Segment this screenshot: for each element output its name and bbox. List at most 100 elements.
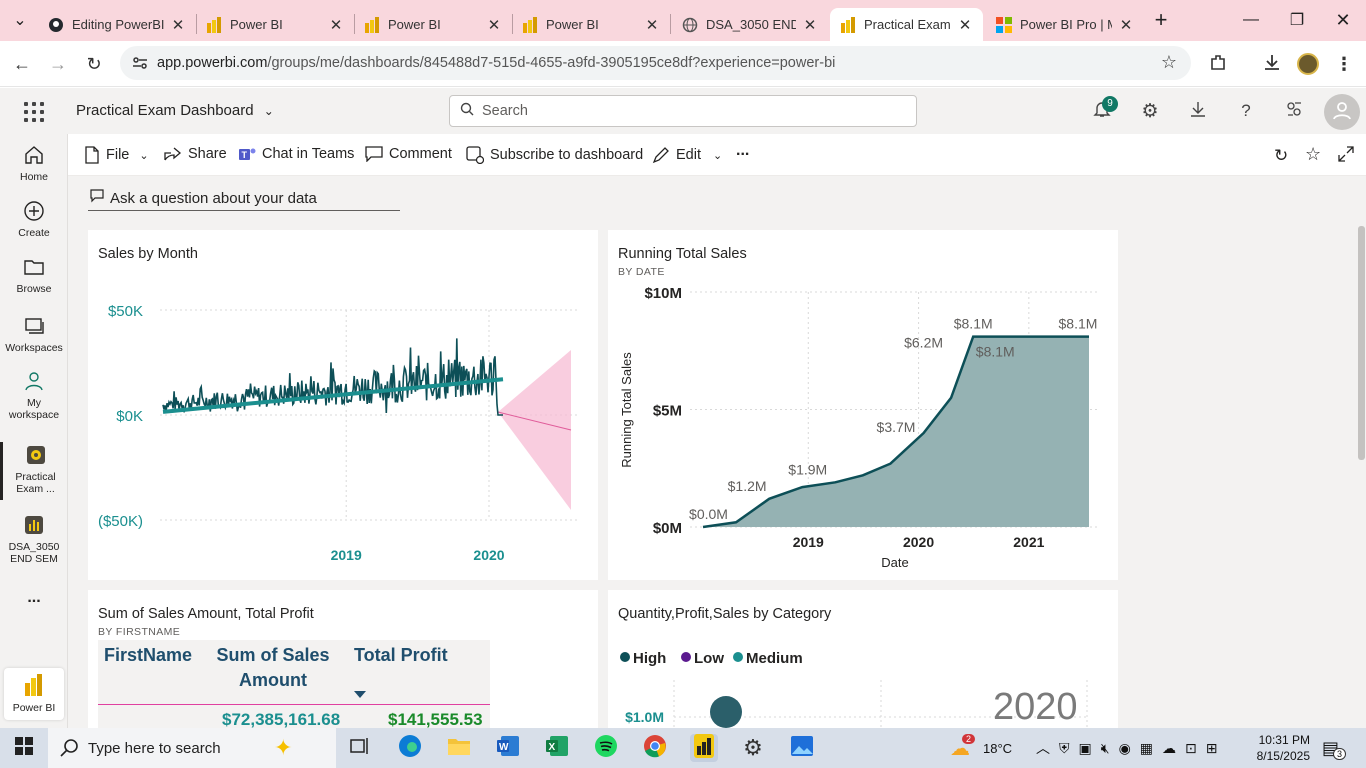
- notification-center-button[interactable]: ▤ 3: [1322, 728, 1352, 768]
- minimize-button[interactable]: —: [1228, 0, 1274, 40]
- browser-tab[interactable]: Power BI ✕: [354, 8, 512, 41]
- share-button[interactable]: Share: [164, 146, 227, 162]
- lock-icon[interactable]: ⊡: [1185, 740, 1197, 757]
- nav-more[interactable]: ...: [0, 590, 68, 606]
- browser-toolbar: ← → ↻ app.powerbi.com/groups/me/dashboar…: [0, 41, 1366, 87]
- edit-menu[interactable]: Edit ⌄: [652, 146, 722, 164]
- powerbi-icon: [364, 16, 380, 33]
- forward-button[interactable]: →: [44, 50, 72, 78]
- download-button[interactable]: [1186, 99, 1210, 123]
- task-view-button[interactable]: [346, 734, 374, 762]
- restore-button[interactable]: ❐: [1274, 0, 1320, 40]
- nav-workspaces[interactable]: Workspaces: [0, 313, 68, 354]
- column-header-profit[interactable]: Total Profit: [354, 643, 448, 668]
- action-label: Comment: [389, 146, 452, 162]
- profile-avatar[interactable]: [1294, 50, 1322, 78]
- column-header-firstname[interactable]: FirstName: [104, 643, 192, 668]
- column-header-sales[interactable]: Sum of Sales Amount: [214, 643, 332, 693]
- extensions-button[interactable]: [1204, 50, 1232, 78]
- fullscreen-button[interactable]: [1338, 146, 1354, 166]
- account-avatar[interactable]: [1324, 94, 1360, 130]
- browser-tab[interactable]: DSA_3050 END S ✕: [672, 8, 828, 41]
- weather-widget[interactable]: ☁ 2 18°C: [950, 728, 1012, 768]
- browser-tab[interactable]: Power BI Pro | M ✕: [986, 8, 1144, 41]
- tab-title: Power BI: [230, 17, 283, 32]
- ime-icon[interactable]: ▦: [1140, 740, 1153, 757]
- qa-input[interactable]: Ask a question about your data: [88, 186, 400, 211]
- close-icon[interactable]: ✕: [170, 16, 186, 34]
- file-menu[interactable]: File ⌄: [84, 146, 149, 164]
- security-icon[interactable]: ⛨: [1059, 740, 1070, 757]
- file-explorer-button[interactable]: [445, 734, 473, 762]
- tile-running-total[interactable]: Running Total Sales BY DATE $10M $5M $0M 20…: [608, 230, 1118, 580]
- chevron-up-icon[interactable]: ︿: [1036, 738, 1050, 758]
- clock[interactable]: 10:31 PM 8/15/2025: [1257, 728, 1310, 768]
- network-icon[interactable]: ⊞: [1206, 740, 1218, 757]
- spotify-button[interactable]: [592, 734, 620, 762]
- volume-mute-icon[interactable]: 🔇︎: [1101, 740, 1110, 757]
- feedback-button[interactable]: [1282, 99, 1306, 123]
- nav-my-workspace[interactable]: My workspace: [0, 368, 68, 421]
- close-icon[interactable]: ✕: [1118, 16, 1134, 34]
- wifi-icon[interactable]: ◉: [1119, 740, 1131, 757]
- browser-tab[interactable]: Power BI ✕: [512, 8, 670, 41]
- refresh-button[interactable]: ↻: [1274, 146, 1288, 166]
- close-icon[interactable]: ✕: [957, 16, 973, 34]
- new-tab-button[interactable]: +: [1145, 0, 1177, 40]
- chrome-button[interactable]: [641, 734, 669, 762]
- tile-sales-by-month[interactable]: Sales by Month $50K $0K ($50K) 2019 2020: [88, 230, 598, 580]
- sales-by-month-chart: $50K $0K ($50K) 2019 2020: [98, 303, 580, 563]
- cloud-icon[interactable]: ☁: [1162, 740, 1176, 757]
- start-button[interactable]: [10, 734, 38, 762]
- nav-create[interactable]: Create: [0, 198, 68, 239]
- reload-button[interactable]: ↻: [80, 50, 108, 78]
- close-icon[interactable]: ✕: [644, 16, 660, 34]
- subscribe-button[interactable]: Subscribe to dashboard: [466, 146, 643, 164]
- site-info-icon[interactable]: [132, 55, 148, 75]
- star-icon[interactable]: ☆: [1161, 52, 1177, 73]
- photos-button[interactable]: [788, 734, 816, 762]
- address-bar[interactable]: app.powerbi.com/groups/me/dashboards/845…: [120, 46, 1191, 80]
- excel-button[interactable]: X: [543, 734, 571, 762]
- nav-dsa-3050[interactable]: DSA_3050 END SEM: [0, 512, 68, 565]
- close-icon[interactable]: ✕: [802, 16, 818, 34]
- search-input[interactable]: Search: [449, 95, 917, 127]
- nav-label: Exam ...: [16, 483, 55, 495]
- nav-browse[interactable]: Browse: [0, 254, 68, 295]
- word-button[interactable]: W: [494, 734, 522, 762]
- close-window-button[interactable]: ✕: [1320, 0, 1366, 40]
- taskbar-search[interactable]: Type here to search ✦: [48, 728, 336, 768]
- dashboard-name-dropdown[interactable]: Practical Exam Dashboard ⌄: [76, 102, 274, 119]
- app-launcher-icon[interactable]: [24, 102, 44, 122]
- powerbi-switcher[interactable]: Power BI: [4, 668, 64, 720]
- dashboard-name: Practical Exam Dashboard: [76, 102, 254, 119]
- downloads-button[interactable]: [1258, 50, 1286, 78]
- more-options-button[interactable]: ...: [736, 142, 749, 160]
- browser-menu-button[interactable]: ⋮: [1330, 50, 1358, 78]
- comment-button[interactable]: Comment: [365, 146, 452, 162]
- chat-in-teams-button[interactable]: T Chat in Teams: [238, 146, 354, 162]
- favorite-button[interactable]: ☆: [1305, 144, 1321, 165]
- tile-qps-by-category[interactable]: Quantity,Profit,Sales by Category High Lo…: [608, 590, 1118, 728]
- close-icon[interactable]: ✕: [328, 16, 344, 34]
- device-icon[interactable]: ▣: [1079, 740, 1092, 757]
- running-total-chart: $10M $5M $0M 2019 2020 2021 $0.0M$1.2M $1.9M $3.…: [619, 285, 1100, 570]
- nav-home[interactable]: Home: [0, 142, 68, 183]
- spotify-icon: [594, 734, 618, 763]
- browser-tab[interactable]: Power BI ✕: [196, 8, 354, 41]
- browser-tab-active[interactable]: Practical Exam D ✕: [830, 8, 983, 41]
- tab-search-button[interactable]: ⌄: [4, 4, 36, 36]
- edge-button[interactable]: [396, 734, 424, 762]
- help-button[interactable]: ?: [1234, 99, 1258, 123]
- settings-button[interactable]: ⚙: [1138, 99, 1162, 123]
- nav-practical-exam[interactable]: Practical Exam ...: [0, 442, 68, 500]
- browser-tab[interactable]: Editing PowerBI_ ✕: [38, 8, 196, 41]
- share-icon: [164, 146, 182, 162]
- scrollbar-thumb[interactable]: [1358, 226, 1365, 460]
- back-button[interactable]: ←: [8, 50, 36, 78]
- powerbi-taskbar-button[interactable]: [690, 733, 718, 762]
- powerbi-header: Practical Exam Dashboard ⌄ Search ⚙ ?: [0, 88, 1366, 134]
- pencil-icon: [652, 146, 670, 164]
- close-icon[interactable]: ✕: [486, 16, 502, 34]
- settings-taskbar-button[interactable]: ⚙: [739, 734, 767, 762]
